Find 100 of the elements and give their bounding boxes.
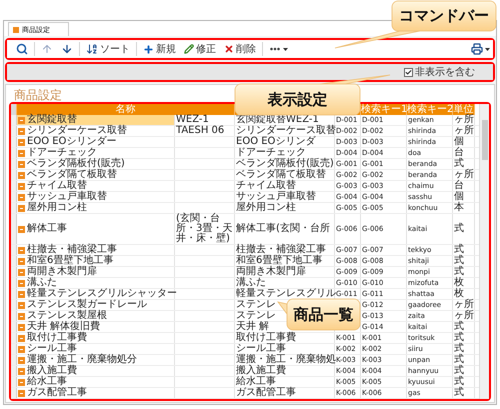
table-cell[interactable]: ベランダ隔板付(販売) xyxy=(17,159,175,169)
cell-text: 式 xyxy=(454,333,464,343)
table-cell[interactable]: ステンレス製ガードレール xyxy=(17,300,175,310)
edit-button[interactable]: 修正 xyxy=(184,44,216,54)
table-cell[interactable]: 屋外用コン柱 xyxy=(17,203,175,213)
table-cell[interactable]: 運搬・施工・廃棄物処分 xyxy=(17,355,175,365)
cell-text: ステンレス製ガードレール xyxy=(27,300,147,310)
table-cell[interactable]: 柱撤去・補強梁工事 xyxy=(17,245,175,255)
cell-text: 枚 xyxy=(454,289,464,299)
cell-text: 式 xyxy=(454,245,464,255)
table-cell[interactable]: 和室6畳壁下地工事 xyxy=(17,256,175,266)
cell-text: 式 xyxy=(454,159,464,169)
cell-text: 屋外用コン柱 xyxy=(27,203,87,213)
cell-text: 台 xyxy=(454,181,464,191)
cell-text: ベランダ隔板付(販売) xyxy=(236,159,334,169)
sort-icon xyxy=(86,43,98,55)
search-button[interactable] xyxy=(16,43,28,55)
cell-text: 給水工事 xyxy=(27,377,67,387)
cell-text: 天井 解体復旧費 xyxy=(27,322,100,332)
table-cell[interactable]: ベランダ隔て板取替 xyxy=(17,170,175,180)
cell-text: 屋外用コン柱 xyxy=(236,203,296,213)
cell-text: 枚 xyxy=(454,278,464,288)
cell-text: シール工事 xyxy=(27,344,77,354)
table-cell[interactable]: 天井 解体復旧費 xyxy=(17,322,175,332)
cell-text: ヶ所 xyxy=(454,300,474,310)
cell-text: 柱撤去・補強梁工事 xyxy=(27,245,117,255)
cell-text: 運搬・施工・廃棄物処 xyxy=(236,355,336,365)
cell-text: ヶ所 xyxy=(454,311,474,321)
cell-text: 解体工事 xyxy=(27,224,67,234)
cell-text: WEZ-1 xyxy=(176,115,209,125)
printer-icon xyxy=(471,43,483,55)
scrollbar[interactable] xyxy=(479,104,489,399)
table-cell[interactable]: 給水工事 xyxy=(17,377,175,387)
cell-text: 搬入施工費 xyxy=(27,366,77,376)
cell-text: 式 xyxy=(454,355,464,365)
cell-text: 式 xyxy=(454,388,464,398)
plus-icon xyxy=(143,44,154,54)
cell-text: ガス配管工事 xyxy=(27,388,87,398)
cell-text: サッシュ戸車取替 xyxy=(27,192,107,202)
checkbox[interactable] xyxy=(404,68,413,76)
cell-text: 解体工事(玄関・台所 xyxy=(236,224,330,234)
table-cell[interactable]: 解体工事 xyxy=(17,214,175,244)
table-cell[interactable]: 玄関錠取替 xyxy=(17,115,175,125)
cell-text: 天井 解 xyxy=(236,322,270,332)
cell-text: ステンレ xyxy=(236,311,276,321)
include-hidden-checkbox[interactable]: 非表示を含む xyxy=(404,66,475,78)
cell-text: 本 xyxy=(454,203,464,213)
cell-text: サッシュ戸車取替 xyxy=(236,192,316,202)
cell-text: 個 xyxy=(454,192,464,202)
table-cell[interactable]: 溝ふた xyxy=(17,278,175,288)
cell-text: 台 xyxy=(454,148,464,158)
cell-text: ベランダ隔て板取替 xyxy=(27,170,117,180)
callout-label: コマンドバー xyxy=(399,6,489,26)
callout-label: 商品一覧 xyxy=(294,305,354,324)
callout-label: 表示設定 xyxy=(268,90,328,109)
cell-text: 両開き木製門扉 xyxy=(27,267,97,277)
table-cell[interactable]: チャイム取替 xyxy=(17,181,175,191)
cell-text: 両開き木製門扉 xyxy=(236,267,306,277)
cell-text: チャイム取替 xyxy=(27,181,87,191)
cell-text: 式 xyxy=(454,377,464,387)
cell-text: シール工事 xyxy=(236,344,286,354)
corner-header xyxy=(11,104,17,115)
table-cell[interactable]: ガス配管工事 xyxy=(17,388,175,398)
tab-icon xyxy=(13,26,19,32)
cell-text: ヶ所 xyxy=(454,115,474,125)
down-arrow-icon xyxy=(61,43,73,55)
cell-text: ドアーチェック xyxy=(27,148,97,158)
cell-text: 柱撤去・補強梁工事 xyxy=(236,245,326,255)
search-icon xyxy=(16,43,28,55)
cell-text: 和室6畳壁下地工事 xyxy=(27,256,114,266)
cell-text: 式 xyxy=(454,224,464,234)
table-cell[interactable]: シリンダーケース取替 xyxy=(17,126,175,136)
cell-text: ヶ所 xyxy=(454,170,474,180)
down-button[interactable] xyxy=(61,43,73,55)
cell-text: 軽量ステンレスグリル xyxy=(236,289,336,299)
close-icon xyxy=(224,44,234,54)
cell-text: EOO EOシリンダ xyxy=(236,137,316,147)
cell-text: 式 xyxy=(454,344,464,354)
cell-text: シリンダーケース取替 xyxy=(236,126,336,136)
table-cell[interactable]: ドアーチェック xyxy=(17,148,175,158)
new-button[interactable]: 新規 xyxy=(143,44,176,54)
table-cell[interactable]: 搬入施工費 xyxy=(17,366,175,376)
cell-text: ベランダ隔板付(販売) xyxy=(27,159,125,169)
sort-button[interactable]: ソート xyxy=(86,43,130,55)
table-cell[interactable]: 取付け工事費 xyxy=(17,333,175,343)
cell-text: 和室6畳壁下地工事 xyxy=(236,256,322,266)
cell-text: ベランダ隔て板取替 xyxy=(236,170,326,180)
table-cell[interactable]: シール工事 xyxy=(17,344,175,354)
print-button[interactable] xyxy=(471,43,490,55)
delete-button[interactable]: 削除 xyxy=(224,44,256,54)
cell-text: ヶ所 xyxy=(454,126,474,136)
cell-text: 溝ふた xyxy=(236,278,266,288)
page-title: 商品設定 xyxy=(14,88,62,102)
table-cell[interactable]: EOO EOシリンダー xyxy=(17,137,175,147)
cell-text: 取付け工事費 xyxy=(27,333,87,343)
table-cell[interactable]: サッシュ戸車取替 xyxy=(17,192,175,202)
table-cell[interactable]: 両開き木製門扉 xyxy=(17,267,175,277)
table-cell[interactable]: ステンレス製屋根 xyxy=(17,311,175,321)
cell-text: ステンレ xyxy=(236,300,276,310)
cell-text: ドアーチェック xyxy=(236,148,306,158)
